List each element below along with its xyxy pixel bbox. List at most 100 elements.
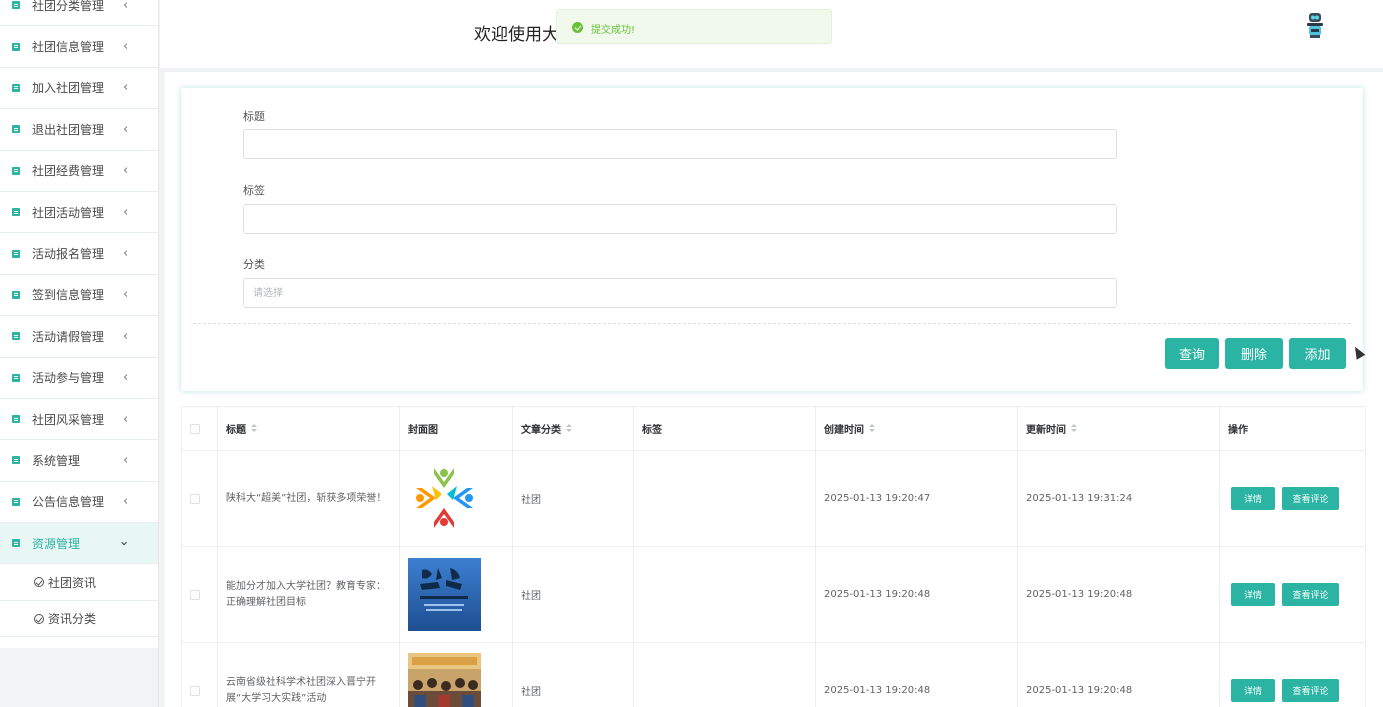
sidebar: 社团分类管理 ‹ 社团信息管理 ‹ 加入社团管理 ‹ 退出社团管理 ‹ 社团经费管理 ‹ …	[0, 0, 159, 707]
row-checkbox[interactable]	[190, 493, 200, 504]
chevron-left-icon: ‹	[123, 494, 129, 510]
column-cover-label: 封面图	[408, 425, 438, 436]
category-select[interactable]	[243, 278, 1117, 308]
detail-button[interactable]: 详情	[1231, 679, 1275, 702]
tag-input[interactable]	[243, 204, 1117, 234]
sidebar-item-label: 退出社团管理	[32, 122, 105, 137]
chevron-left-icon: ‹	[123, 39, 129, 55]
sidebar-menu: 社团分类管理 ‹ 社团信息管理 ‹ 加入社团管理 ‹ 退出社团管理 ‹ 社团经费管理 ‹ …	[0, 0, 158, 638]
detail-button[interactable]: 详情	[1231, 583, 1275, 606]
cover-cell	[400, 643, 513, 707]
title-field-label: 标题	[243, 110, 265, 123]
created-cell: 2025-01-13 19:20:48	[816, 643, 1018, 707]
sidebar-item-activity-participation[interactable]: 活动参与管理 ‹	[0, 358, 158, 399]
document-icon	[12, 415, 20, 424]
column-header-title[interactable]: 标题	[218, 407, 400, 450]
table-header-row: 标题 封面图 文章分类 标签 创建时间 更新时间 操作	[182, 407, 1365, 451]
column-header-actions: 操作	[1220, 407, 1365, 450]
chevron-left-icon: ‹	[123, 121, 129, 137]
tag-cell	[634, 643, 816, 707]
table-row: 云南省级社科学术社团深入晋宁开展“大学习大实践”活动 社团 2025-01-13…	[182, 643, 1365, 707]
column-actions-label: 操作	[1228, 425, 1248, 436]
app: 社团分类管理 ‹ 社团信息管理 ‹ 加入社团管理 ‹ 退出社团管理 ‹ 社团经费管理 ‹ …	[0, 0, 1383, 707]
check-circle-icon	[34, 577, 44, 588]
form-divider	[193, 323, 1351, 324]
sidebar-item-club-info[interactable]: 社团信息管理 ‹	[0, 26, 158, 68]
sidebar-item-label: 社团分类管理	[32, 0, 105, 13]
chevron-left-icon: ‹	[123, 287, 129, 303]
robot-avatar-icon[interactable]	[1306, 12, 1324, 40]
row-select-cell	[182, 451, 218, 546]
sort-icon[interactable]	[1071, 424, 1077, 433]
document-icon	[12, 208, 20, 217]
category-field-label: 分类	[243, 258, 265, 271]
sidebar-item-club-showcase[interactable]: 社团风采管理 ‹	[0, 399, 158, 441]
sidebar-item-label: 社团信息管理	[32, 40, 105, 55]
select-all-checkbox[interactable]	[190, 423, 200, 434]
sidebar-subitem-club-news[interactable]: 社团资讯	[0, 564, 158, 601]
chevron-left-icon: ‹	[123, 246, 129, 262]
check-circle-icon	[34, 613, 44, 624]
sidebar-subitem-news-category[interactable]: 资讯分类	[0, 601, 158, 638]
column-header-tag: 标签	[634, 407, 816, 450]
toast-message: 提交成功!	[591, 25, 636, 36]
document-icon	[12, 290, 20, 299]
column-header-category[interactable]: 文章分类	[513, 407, 634, 450]
view-comments-button[interactable]: 查看评论	[1282, 487, 1339, 510]
actions-cell: 详情 查看评论	[1220, 451, 1365, 546]
sidebar-item-notice[interactable]: 公告信息管理 ‹	[0, 482, 158, 524]
sidebar-item-club-activity[interactable]: 社团活动管理 ‹	[0, 192, 158, 234]
add-button[interactable]: 添加	[1289, 338, 1346, 369]
updated-cell: 2025-01-13 19:20:48	[1018, 547, 1220, 642]
actions-cell: 详情 查看评论	[1220, 643, 1365, 707]
chevron-left-icon: ‹	[123, 411, 129, 427]
document-icon	[12, 83, 20, 92]
query-button[interactable]: 查询	[1165, 338, 1219, 369]
sort-icon[interactable]	[251, 424, 257, 433]
sidebar-item-quit-club[interactable]: 退出社团管理 ‹	[0, 109, 158, 151]
updated-cell: 2025-01-13 19:31:24	[1018, 451, 1220, 546]
cover-image-group-photo	[408, 653, 481, 707]
sidebar-item-club-funds[interactable]: 社团经费管理 ‹	[0, 151, 158, 192]
cover-cell	[400, 451, 513, 546]
delete-button[interactable]: 删除	[1225, 338, 1283, 369]
document-icon	[12, 125, 20, 134]
sidebar-empty-area	[0, 648, 158, 707]
column-title-label: 标题	[226, 425, 246, 436]
sort-icon[interactable]	[566, 424, 572, 433]
chevron-left-icon: ‹	[123, 328, 129, 344]
column-tag-label: 标签	[642, 425, 662, 436]
document-icon	[12, 539, 20, 548]
column-header-created[interactable]: 创建时间	[816, 407, 1018, 450]
sidebar-item-activity-signup[interactable]: 活动报名管理 ‹	[0, 233, 158, 275]
sidebar-item-checkin[interactable]: 签到信息管理 ‹	[0, 275, 158, 317]
row-checkbox[interactable]	[190, 685, 200, 696]
sidebar-item-activity-leave[interactable]: 活动请假管理 ‹	[0, 316, 158, 358]
cover-image-blue-poster	[408, 558, 481, 631]
sidebar-item-system[interactable]: 系统管理 ‹	[0, 440, 158, 482]
table-row: 能加分才加入大学社团？教育专家：正确理解社团目标 社团 2025-01-13 1…	[182, 547, 1365, 643]
main-content: 标题 标签 分类 查询 删除 添加 标题 封面图 文章分类 标签 创建时间 更新…	[165, 72, 1383, 707]
sidebar-item-join-club[interactable]: 加入社团管理 ‹	[0, 68, 158, 110]
document-icon	[12, 42, 20, 51]
view-comments-button[interactable]: 查看评论	[1282, 583, 1339, 606]
view-comments-button[interactable]: 查看评论	[1282, 679, 1339, 702]
detail-button[interactable]: 详情	[1231, 487, 1275, 510]
category-cell: 社团	[513, 643, 634, 707]
sidebar-item-label: 签到信息管理	[32, 288, 105, 303]
chevron-left-icon: ‹	[123, 80, 129, 96]
sort-icon[interactable]	[869, 424, 875, 433]
sidebar-item-label: 活动请假管理	[32, 329, 105, 344]
column-category-label: 文章分类	[521, 425, 561, 436]
sidebar-item-club-category[interactable]: 社团分类管理 ‹	[0, 0, 158, 27]
sidebar-item-label: 加入社团管理	[32, 81, 105, 96]
row-select-cell	[182, 547, 218, 642]
column-header-updated[interactable]: 更新时间	[1018, 407, 1220, 450]
sidebar-item-resources[interactable]: 资源管理 ‹	[0, 523, 158, 565]
row-checkbox[interactable]	[190, 589, 200, 600]
title-input[interactable]	[243, 129, 1117, 159]
welcome-title: 欢迎使用大	[474, 25, 559, 45]
chevron-down-icon: ‹	[117, 540, 133, 546]
document-icon	[12, 456, 20, 465]
chevron-left-icon: ‹	[123, 0, 129, 13]
